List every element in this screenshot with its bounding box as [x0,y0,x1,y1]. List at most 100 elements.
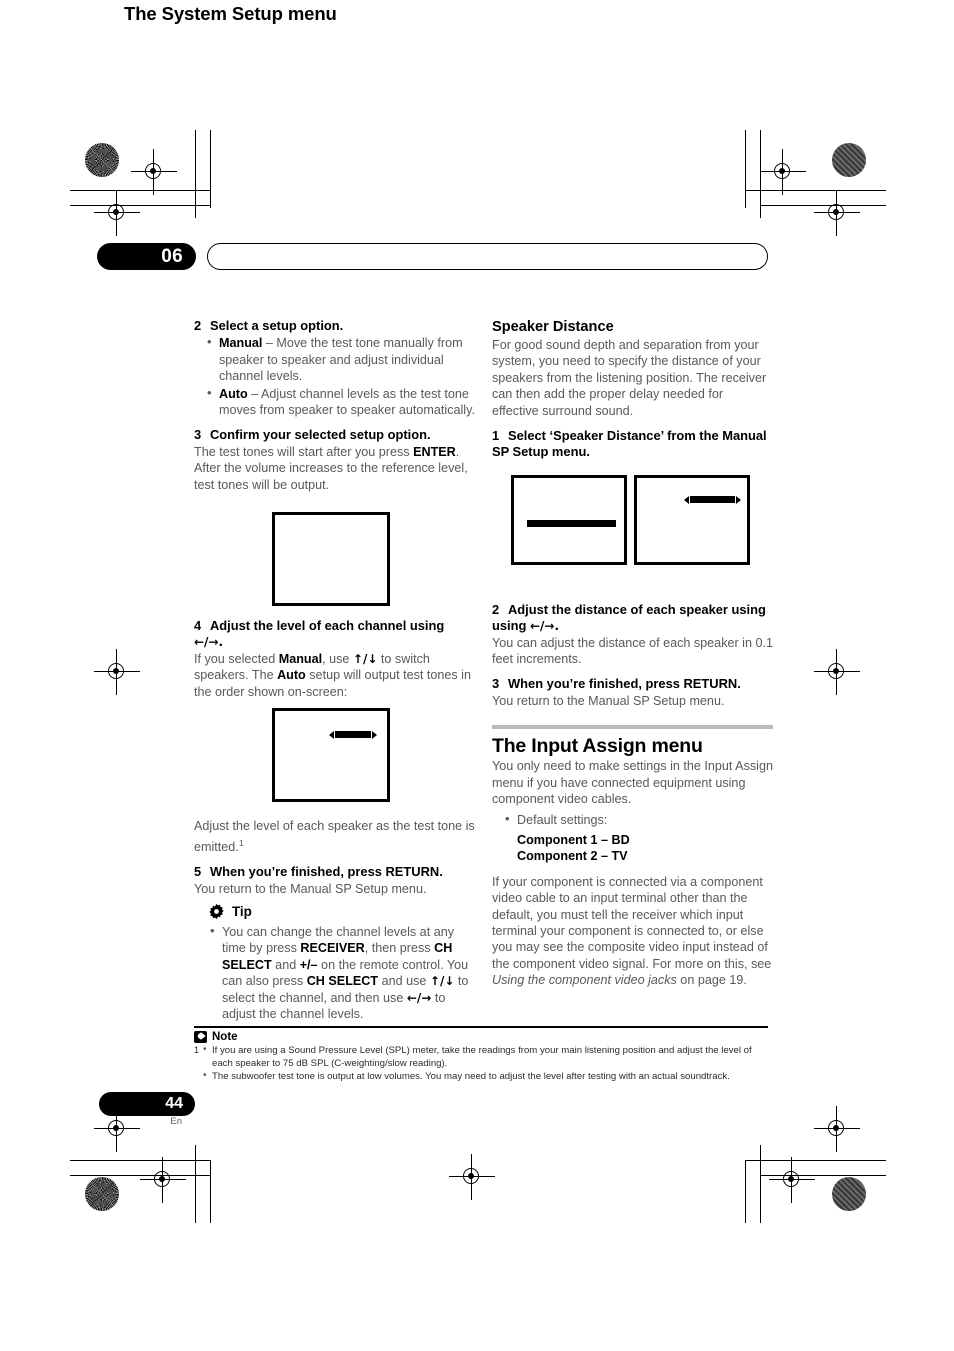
option-auto-desc: – Adjust channel levels as the test tone… [219,386,475,418]
speaker-distance-highlight-bar [527,520,616,527]
footnote-marker: 1 [238,837,244,848]
tip-header: Tip [208,903,478,920]
leftright-arrows: ←/→ [406,990,432,1005]
registration-mark [814,190,860,236]
crop-line [745,130,747,208]
tip-text-4: and [271,957,300,972]
registration-mark [140,1157,186,1203]
list-item: If you are using a Sound Pressure Level … [203,1043,768,1070]
step-4-body: If you selected Manual, use ↑/↓ to switc… [194,651,475,700]
test-tone-screen-empty [272,512,390,606]
sd-step-3-number: 3 [492,676,500,692]
step-3-heading-text: Confirm your selected setup option. [210,427,431,443]
crop-line [210,130,212,208]
list-item-auto: Auto – Adjust channel levels as the test… [205,385,475,419]
crop-line [195,1145,197,1223]
step-4-body-part2: , use [322,651,353,666]
registration-mark [769,1157,815,1203]
note-block: Note 1 If you are using a Sound Pressure… [194,1026,768,1083]
crop-line [70,1160,210,1162]
step-3-heading: 3 Confirm your selected setup option. [194,427,475,443]
component-1-label: Component 1 [517,832,598,847]
crop-line [70,205,210,207]
input-assign-body-2: If your component is connected via a com… [492,874,773,989]
registration-mark [94,649,140,695]
enter-key-label: ENTER [413,444,456,459]
sd-step-1-number: 1 [492,428,500,444]
chapter-title-pill [207,243,768,270]
right-column: Speaker Distance For good sound depth an… [492,318,773,989]
crop-line [70,1175,210,1177]
list-item: You can change the channel levels at any… [208,923,478,1022]
crop-line [745,1160,747,1223]
manual-page: 06 The System Setup menu 2 Select a setup… [0,0,954,1351]
step-4-body-part1: If you selected [194,651,279,666]
speaker-distance-adjust-bar [690,496,735,503]
note-pen-icon [194,1030,207,1043]
crop-line [195,130,197,218]
after-screen-text-main: Adjust the level of each speaker as the … [194,819,475,854]
section-divider [492,725,773,730]
default-settings-list: Default settings: [503,810,773,828]
registration-mark [449,1154,495,1200]
left-column: 2 Select a setup option. Manual – Move th… [194,318,475,897]
tip-list: You can change the channel levels at any… [208,923,478,1022]
page-title: The System Setup menu [124,3,337,24]
sd-step-2-using: using [492,618,530,634]
crop-line [746,190,886,192]
note-label: Note [212,1030,238,1043]
step-4-arrows: ←/→. [194,635,224,650]
input-assign-body-2-part2: on page 19. [676,973,747,988]
step-4-heading-text: Adjust the level of each channel using [210,618,445,634]
list-item-manual: Manual – Move the test tone manually fro… [205,334,475,384]
ch-select-key-label-2: CH SELECT [306,974,379,989]
note-divider [194,1026,768,1028]
updown-arrows: ↑/↓ [352,651,378,666]
registration-mark [814,649,860,695]
component-2-value: – TV [597,849,628,864]
after-screen-text: Adjust the level of each speaker as the … [194,818,475,855]
input-assign-body: You only need to make settings in the In… [492,759,773,807]
sd-step-2-body: You can adjust the distance of each spea… [492,635,773,667]
sd-step-2-heading-text: Adjust the distance of each speaker usin… [508,601,766,617]
page-language: En [170,1116,182,1127]
speaker-distance-title: Speaker Distance [492,319,614,335]
crop-line [210,1160,212,1223]
step-2-options-list: Manual – Move the test tone manually fro… [205,334,475,419]
note-header: Note [194,1030,768,1043]
tip-text-8: and use [378,974,430,989]
crop-line [746,1160,886,1162]
updown-arrows: ↑/↓ [429,974,455,989]
tip-block: Tip You can change the channel levels at… [208,903,478,1022]
step-5-heading-text: When you’re finished, press RETURN. [210,864,443,880]
step-4-number: 4 [194,618,202,634]
option-manual-label: Manual [219,336,263,351]
chapter-number: 06 [97,243,196,270]
sd-step-3-heading-text: When you’re finished, press RETURN. [508,676,741,692]
note-content: 1 If you are using a Sound Pressure Leve… [194,1043,768,1084]
note-footnote-number: 1 [194,1044,200,1055]
registration-mark [94,190,140,236]
test-tone-screen-bar [272,708,390,802]
input-assign-body-2-part1: If your component is connected via a com… [492,874,772,971]
tip-label: Tip [232,904,252,919]
sd-step-1-heading-text: Select ‘Speaker Distance’ from the Manua… [492,428,767,460]
default-component-2: Component 2 – TV [517,848,773,864]
registration-mark [131,149,177,195]
crop-line [70,190,210,192]
sd-step-2-heading: 2 Adjust the distance of each speaker usi… [492,602,773,635]
sd-step-1-heading: 1 Select ‘Speaker Distance’ from the Manu… [492,428,773,461]
gear-icon [208,903,225,920]
speaker-distance-body: For good sound depth and separation from… [492,338,767,418]
plus-minus-key-label: +/– [299,957,318,972]
sd-step-3-body: You return to the Manual SP Setup menu. [492,693,725,708]
test-tone-level-bar [335,731,371,738]
step-5-number: 5 [194,864,202,880]
speaker-distance-screen-adjust [634,475,750,565]
registration-color-patch [85,143,119,177]
registration-color-patch [85,1177,119,1211]
input-assign-title: The Input Assign menu [492,735,703,758]
step-3-body: The test tones will start after you pres… [194,444,475,493]
registration-color-patch [832,1177,866,1211]
list-item: The subwoofer test tone is output at low… [203,1069,768,1083]
